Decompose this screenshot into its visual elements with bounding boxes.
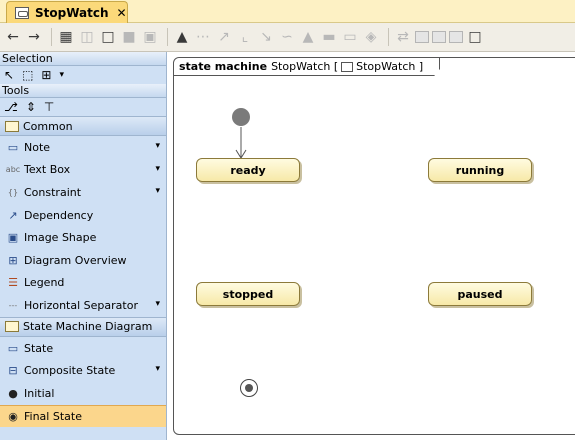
palette-item-label: State [24,341,54,355]
palette-item-label: Text Box [24,163,71,177]
chevron-down-icon[interactable]: ▾ [59,70,64,80]
text-box-icon: abc [5,165,21,175]
diagram-toolbar: ← → ▦ ◫ □ ■ ▣ ▲ ⋯ ↗ ⌞ ↘ ∽ ▲ ▬ ▭ ◈ ⇄ □ [0,23,575,52]
arrange-icon[interactable]: ⇄ [394,28,412,46]
more-icon[interactable]: □ [466,28,484,46]
distribute-icon[interactable]: ⇕ [26,100,36,114]
chevron-down-icon[interactable]: ▾ [155,364,160,374]
fill-color-icon[interactable]: ▲ [299,28,317,46]
tools-row: ⎇ ⇕ ⊤ [0,98,166,116]
layout-icon[interactable]: ▲ [173,28,191,46]
palette-item-constraint[interactable]: {} Constraint ▾ [0,181,166,204]
palette-item-label: Horizontal Separator [24,298,138,312]
palette-item-final-state[interactable]: ◉ Final State [0,404,166,428]
align-icon[interactable]: ⋯ [194,28,212,46]
palette-item-label: Constraint [24,185,82,199]
palette-item-label: Final State [24,409,82,423]
palette-item-horizontal-separator[interactable]: --- Horizontal Separator ▾ [0,294,166,317]
back-arrow-icon[interactable]: ← [4,28,22,46]
palette-item-note[interactable]: ▭ Note ▾ [0,136,166,159]
diagram-overview-icon: ⊞ [8,253,18,267]
pointer-icon[interactable]: ↖ [4,68,14,82]
toolbar-separator [388,28,389,46]
final-state-icon: ◉ [8,409,18,423]
diagram-palette: Selection ↖ ⬚ ⊞ ▾ Tools ⎇ ⇕ ⊤ Common ▭ N… [0,52,167,440]
close-icon[interactable]: ✕ [117,6,127,20]
symbol-icon[interactable]: ▣ [141,28,159,46]
palette-item-label: Note [24,140,51,154]
containment-icon[interactable]: ▦ [57,28,75,46]
fit-icon[interactable] [449,31,463,43]
image-icon: ▣ [7,231,19,245]
chevron-down-icon[interactable]: ▾ [155,299,160,309]
separator-icon: --- [8,300,18,310]
constraint-icon: {} [7,187,19,197]
toolbar-separator [167,28,168,46]
page-icon[interactable]: □ [99,28,117,46]
initial-node[interactable] [232,108,250,126]
palette-item-composite-state[interactable]: ⊟ Composite State ▾ [0,359,166,382]
group-state-machine-header[interactable]: State Machine Diagram [0,316,166,337]
state-stopped[interactable]: stopped [196,282,300,306]
stamp-icon[interactable]: ⎇ [4,100,18,114]
marquee-select-icon[interactable]: ⬚ [22,68,33,82]
selection-header: Selection [0,52,166,66]
initial-transition[interactable] [168,52,575,440]
dependency-icon: ↗ [8,208,18,222]
palette-item-text-box[interactable]: abc Text Box ▾ [0,159,166,182]
palette-item-dependency[interactable]: ↗ Dependency [0,204,166,227]
state-ready[interactable]: ready [196,158,300,182]
note-icon: ▭ [7,140,19,154]
group-common-header[interactable]: Common [0,116,166,136]
initial-icon: ● [8,386,18,400]
final-state-node[interactable] [240,379,258,397]
tab-title: StopWatch [35,5,109,20]
palette-item-diagram-overview[interactable]: ⊞ Diagram Overview [0,249,166,272]
tab-stopwatch[interactable]: StopWatch ✕ [6,1,128,23]
path-style-icon[interactable]: ↗ [215,28,233,46]
toolbar-separator [51,28,52,46]
state-machine-diagram-icon [5,321,19,333]
oblique-path-icon[interactable]: ↘ [257,28,275,46]
composite-state-icon: ⊟ [8,364,18,378]
palette-item-legend[interactable]: ☰ Legend [0,272,166,295]
chevron-down-icon[interactable]: ▾ [155,164,160,174]
palette-item-label: Legend [24,276,65,290]
palette-item-label: Initial [24,386,55,400]
state-paused[interactable]: paused [428,282,532,306]
bezier-path-icon[interactable]: ∽ [278,28,296,46]
line-color-icon[interactable]: ▬ [320,28,338,46]
diagram-canvas[interactable]: state machine StopWatch [ StopWatch ] re… [168,52,575,440]
chevron-down-icon[interactable]: ▾ [155,186,160,196]
zoom-out-icon[interactable] [432,31,446,43]
state-machine-diagram-icon [15,6,29,19]
align-top-icon[interactable]: ⊤ [44,100,54,114]
palette-item-label: Composite State [24,364,116,378]
palette-item-label: Diagram Overview [24,253,127,267]
forward-arrow-icon[interactable]: → [25,28,43,46]
tools-header: Tools [0,84,166,98]
tab-bar: StopWatch ✕ [0,0,575,23]
delete-icon[interactable]: ■ [120,28,138,46]
palette-item-label: Image Shape [24,231,97,245]
magicdraw-window: StopWatch ✕ ← → ▦ ◫ □ ■ ▣ ▲ ⋯ ↗ ⌞ ↘ ∽ ▲ … [0,0,575,440]
state-icon: ▭ [7,341,19,355]
zoom-in-icon[interactable] [415,31,429,43]
palette-item-image-shape[interactable]: ▣ Image Shape [0,226,166,249]
selection-tools: ↖ ⬚ ⊞ ▾ [0,66,166,84]
rectilinear-path-icon[interactable]: ⌞ [236,28,254,46]
grid-select-icon[interactable]: ⊞ [41,68,51,82]
palette-item-state[interactable]: ▭ State [0,337,166,360]
chevron-down-icon[interactable]: ▾ [155,141,160,151]
palette-item-initial[interactable]: ● Initial [0,382,166,405]
text-color-icon[interactable]: ▭ [341,28,359,46]
legend-icon: ☰ [8,276,18,290]
copy-icon[interactable]: ◫ [78,28,96,46]
group-title: Common [23,119,73,133]
group-title: State Machine Diagram [23,320,153,334]
folder-icon [5,120,19,132]
palette-item-label: Dependency [24,208,94,222]
state-running[interactable]: running [428,158,532,182]
font-icon[interactable]: ◈ [362,28,380,46]
